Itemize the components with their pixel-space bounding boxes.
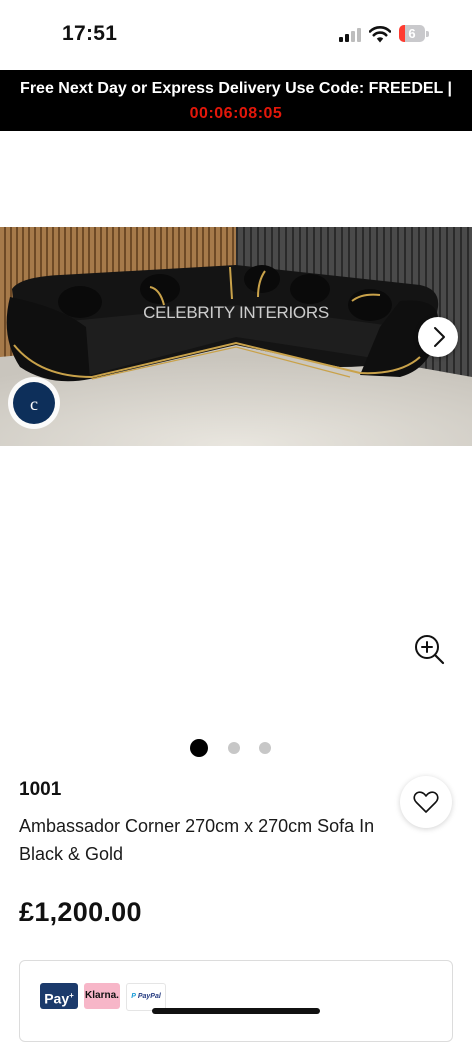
product-title: Ambassador Corner 270cm x 270cm Sofa In … — [19, 816, 375, 864]
svg-text:c: c — [30, 394, 38, 414]
home-indicator — [152, 1008, 320, 1014]
sofa-photo: c — [0, 227, 472, 446]
paypal-badge: P PayPal — [126, 983, 166, 1011]
payment-options: Pay+ Klarna. P PayPal — [19, 960, 453, 1042]
status-bar: 17:51 6 — [0, 0, 472, 70]
heart-icon — [413, 791, 439, 813]
status-time: 17:51 — [62, 22, 118, 45]
product-sku: 1001 — [19, 779, 62, 800]
watermark-text: CELEBRITY INTERIORS — [143, 303, 329, 322]
payplus-badge: Pay+ — [40, 983, 78, 1009]
promo-banner[interactable]: Free Next Day or Express Delivery Use Co… — [0, 70, 472, 131]
wifi-icon — [369, 26, 391, 43]
klarna-badge: Klarna. — [84, 983, 120, 1009]
wishlist-button[interactable] — [400, 776, 452, 828]
carousel-dot-1[interactable] — [190, 739, 208, 757]
product-image[interactable]: c CELEBRITY INTERIORS — [0, 227, 472, 446]
promo-countdown: 00:06:08:05 — [189, 105, 283, 122]
carousel-dot-3[interactable] — [259, 742, 271, 754]
zoom-in-icon[interactable] — [412, 632, 446, 666]
next-image-button[interactable] — [418, 317, 458, 357]
promo-text: Free Next Day or Express Delivery Use Co… — [20, 80, 452, 97]
battery-icon: 6 — [399, 25, 431, 44]
chevron-right-icon — [434, 327, 445, 347]
signal-icon — [339, 28, 363, 42]
carousel-dot-2[interactable] — [228, 742, 240, 754]
battery-level: 6 — [408, 26, 416, 41]
product-price: £1,200.00 — [19, 897, 142, 927]
